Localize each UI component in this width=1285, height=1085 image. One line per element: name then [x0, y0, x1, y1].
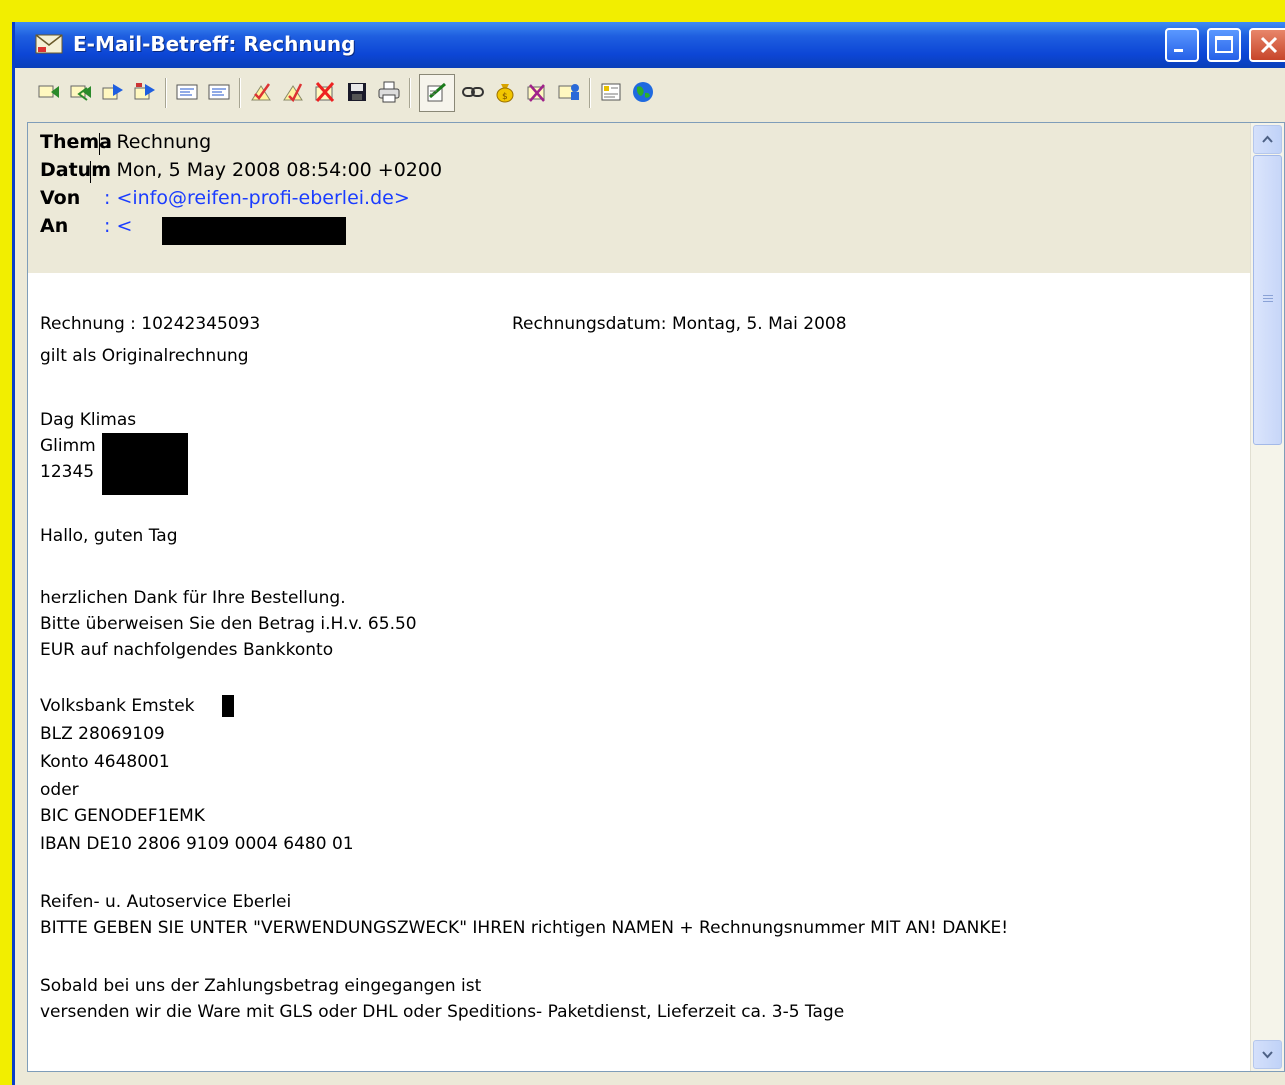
invoice-number: Rechnung : 10242345093: [40, 314, 261, 334]
iban-line: IBAN DE10 2806 9109 0004 6480 01: [40, 834, 354, 854]
show-html-toggle[interactable]: [419, 74, 455, 112]
subject-label: Thema: [40, 131, 112, 153]
to-value-prefix: : <: [104, 215, 133, 237]
reply-all-icon[interactable]: [69, 80, 93, 104]
recipient-city: 12345: [40, 462, 95, 482]
save-icon[interactable]: [345, 80, 369, 104]
payment-received-line: Sobald bei uns der Zahlungsbetrag eingeg…: [40, 976, 482, 996]
thanks-line: herzlichen Dank für Ihre Bestellung.: [40, 588, 346, 608]
status-bar: [15, 1072, 1285, 1085]
toolbar-separator: [409, 78, 411, 108]
toolbar-separator: [239, 78, 241, 108]
transfer-account-line: EUR auf nachfolgendes Bankkonto: [40, 640, 334, 660]
delete-icon[interactable]: [313, 80, 337, 104]
scroll-grip: [1263, 301, 1273, 302]
print-icon[interactable]: [377, 80, 401, 104]
redacted-address: [102, 433, 188, 495]
from-value[interactable]: : <info@reifen-profi-eberlei.de>: [104, 187, 410, 209]
company-name: Reifen- u. Autoservice Eberlei: [40, 892, 292, 912]
window-title: E-Mail-Betreff: Rechnung: [73, 32, 356, 56]
vertical-scrollbar[interactable]: [1250, 123, 1284, 1071]
scroll-up-button[interactable]: [1253, 125, 1282, 154]
shipping-line: versenden wir die Ware mit GLS oder DHL …: [40, 1002, 845, 1022]
original-invoice-note: gilt als Originalrechnung: [40, 346, 249, 366]
transfer-request-line: Bitte überweisen Sie den Betrag i.H.v. 6…: [40, 614, 417, 634]
date-label: Datum: [40, 159, 111, 181]
next-message-icon[interactable]: [207, 80, 231, 104]
to-label: An: [40, 215, 69, 237]
email-window: E-Mail-Betreff: Rechnung $ Thema: Rechn…: [12, 22, 1285, 1085]
mark-read-icon[interactable]: [249, 80, 273, 104]
mark-unread-icon[interactable]: [281, 80, 305, 104]
payment-instructions: BITTE GEBEN SIE UNTER "VERWENDUNGSZWECK"…: [40, 918, 1009, 938]
scroll-grip: [1263, 295, 1273, 296]
column-divider[interactable]: [99, 133, 100, 155]
bank-name: Volksbank Emstek: [40, 696, 195, 716]
scroll-thumb[interactable]: [1253, 155, 1282, 445]
svg-text:$: $: [502, 92, 508, 102]
date-value: : Mon, 5 May 2008 08:54:00 +0200: [104, 159, 443, 181]
message-view: Thema : Rechnung Datum : Mon, 5 May 2008…: [27, 122, 1285, 1072]
greeting: Hallo, guten Tag: [40, 526, 178, 546]
redacted-block: [162, 217, 346, 245]
close-icon: [1260, 36, 1278, 54]
message-header: Thema : Rechnung Datum : Mon, 5 May 2008…: [28, 123, 1250, 273]
title-bar[interactable]: E-Mail-Betreff: Rechnung: [15, 22, 1285, 68]
bank-code: BLZ 28069109: [40, 724, 165, 744]
account-number: Konto 4648001: [40, 752, 170, 772]
close-button[interactable]: [1249, 28, 1285, 62]
toolbar-separator: [165, 78, 167, 108]
previous-message-icon[interactable]: [175, 80, 199, 104]
money-bag-icon[interactable]: $: [493, 80, 517, 104]
column-divider[interactable]: [90, 161, 91, 183]
scroll-grip: [1263, 298, 1273, 299]
invoice-date: Rechnungsdatum: Montag, 5. Mai 2008: [512, 314, 847, 334]
chevron-up-icon: [1262, 135, 1273, 143]
mail-window-icon: [35, 34, 63, 54]
minimize-icon: [1174, 49, 1183, 52]
forward-icon[interactable]: [101, 80, 125, 104]
maximize-button[interactable]: [1207, 28, 1241, 62]
globe-icon[interactable]: [631, 80, 655, 104]
properties-icon[interactable]: [599, 80, 623, 104]
spam-icon[interactable]: [525, 80, 549, 104]
toolbar-separator: [589, 78, 591, 108]
show-html-icon: [427, 82, 446, 102]
forward-attachment-icon[interactable]: [133, 80, 157, 104]
maximize-icon: [1215, 36, 1233, 53]
recipient-name: Dag Klimas: [40, 410, 137, 430]
reply-icon[interactable]: [37, 80, 61, 104]
scroll-down-button[interactable]: [1253, 1040, 1282, 1069]
redacted-char: [222, 695, 234, 717]
or-line: oder: [40, 780, 79, 800]
minimize-button[interactable]: [1165, 28, 1199, 62]
link-icon[interactable]: [461, 80, 485, 104]
bic-line: BIC GENODEF1EMK: [40, 806, 205, 826]
address-book-icon[interactable]: [557, 80, 581, 104]
subject-value: : Rechnung: [104, 131, 212, 153]
toolbar: $: [15, 70, 1285, 116]
from-label: Von: [40, 187, 81, 209]
recipient-street: Glimm: [40, 436, 96, 456]
chevron-down-icon: [1262, 1051, 1273, 1059]
